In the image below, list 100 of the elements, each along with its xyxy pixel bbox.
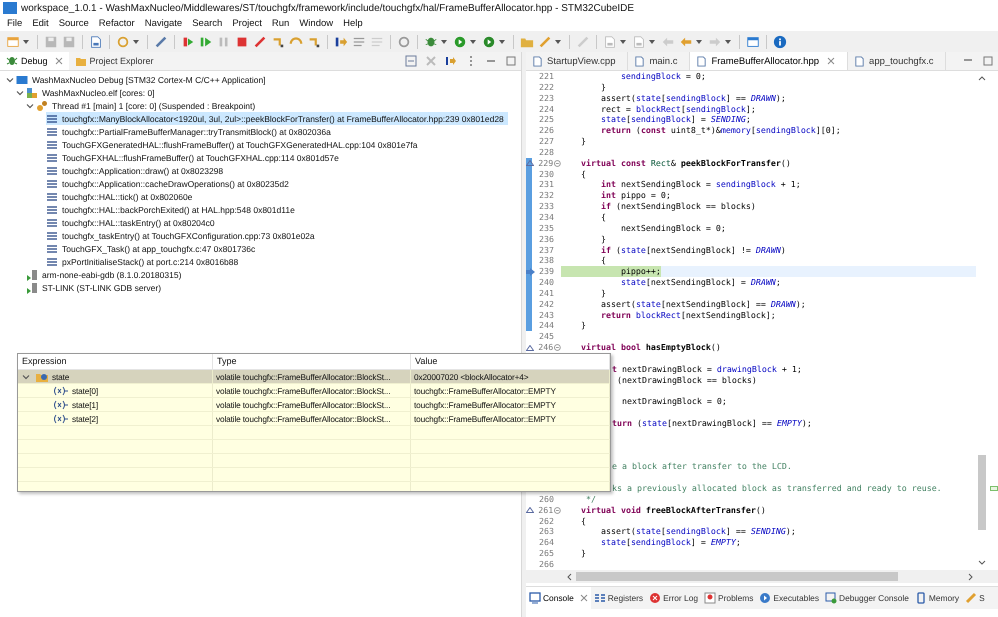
tree-item[interactable]: touchgfx::Application::draw() at 0x8023298 [46, 164, 228, 177]
editor-tab[interactable]: app_touchgfx.c [848, 52, 946, 70]
caret-icon[interactable] [555, 40, 561, 44]
tree-item[interactable]: touchgfx::HAL::taskEntry() at 0x80204c0 [46, 216, 219, 229]
scroll-up-icon[interactable] [978, 75, 986, 81]
code-line: t nextDrawingBlock = drawingBlock + 1; [612, 364, 802, 375]
editor-tab[interactable]: FrameBufferAllocator.hpp [690, 52, 848, 70]
chevron-icon[interactable] [22, 372, 30, 380]
fold-icon[interactable] [554, 506, 561, 514]
caret-icon[interactable] [649, 40, 655, 44]
column-header[interactable]: Type [213, 354, 411, 369]
menu-item[interactable]: Search [187, 18, 228, 29]
view-tab[interactable]: Memory [912, 587, 962, 609]
tree-item[interactable]: ST-LINK (ST-LINK GDB server) [26, 281, 166, 294]
view-tab[interactable]: Problems [701, 587, 756, 609]
caret-icon[interactable] [499, 40, 505, 44]
tree-item[interactable]: WashMaxNucleo.elf [cores: 0] [26, 86, 159, 99]
line-number: 233 [538, 201, 554, 212]
scrollbar-thumb[interactable] [576, 572, 898, 581]
line-number: 227 [538, 136, 554, 147]
code-line: } [580, 320, 586, 332]
bug-icon[interactable] [424, 34, 438, 48]
chevron-icon[interactable] [16, 88, 24, 96]
menu-item[interactable]: Project [227, 18, 267, 29]
menu-item[interactable]: Help [338, 18, 368, 29]
menu-item[interactable]: File [2, 18, 28, 29]
caret-icon[interactable] [725, 40, 731, 44]
terminate-icon[interactable] [235, 34, 249, 48]
menu-item[interactable]: Edit [27, 18, 54, 29]
fold-icon[interactable] [554, 344, 561, 352]
caret-icon[interactable] [620, 40, 626, 44]
line-number: 225 [538, 114, 554, 126]
column-header[interactable]: Value [411, 354, 610, 369]
tree-item[interactable]: TouchGFX_Task() at app_touchgfx.c:47 0x801736c [46, 242, 260, 255]
view-tab[interactable]: Debugger Console [822, 587, 912, 609]
view-tab[interactable]: Registers [590, 587, 646, 609]
tree-item[interactable]: touchgfx::HAL::tick() at 0x802060e [46, 190, 196, 203]
maximize-icon[interactable] [982, 55, 994, 67]
info-icon[interactable] [773, 34, 787, 48]
code-line: turn (state[nextDrawingBlock] == EMPTY); [612, 418, 812, 429]
close-icon[interactable] [827, 57, 836, 65]
skip-breakpoints-icon[interactable] [181, 34, 195, 48]
run-icon[interactable] [453, 34, 467, 48]
tree-item[interactable]: touchgfx::PartialFrameBufferManager::tryTransmitBlock() at 0x802036a [46, 125, 335, 138]
tree-item[interactable]: pxPortInitialiseStack() at port.c:214 0x8016b88 [46, 255, 242, 268]
play-circle-icon [759, 592, 772, 604]
view-tab[interactable]: Console [526, 587, 591, 609]
tree-item[interactable]: touchgfx::ManyBlockAllocator<1920ul, 3ul, 2ul>::peekBlockForTransfer() at FrameBufferAllocator.hpp:239 0x801ed28 [46, 112, 508, 125]
menu-item[interactable]: Run [266, 18, 294, 29]
caret-icon[interactable] [23, 40, 29, 44]
menu-item[interactable]: Window [294, 18, 338, 29]
view-tab[interactable]: Executables [756, 587, 822, 609]
caret-icon[interactable] [441, 40, 447, 44]
caret-icon[interactable] [470, 40, 476, 44]
ruler-marker-icon[interactable] [990, 486, 998, 491]
instruction-step-icon[interactable] [445, 55, 457, 67]
chevron-icon[interactable] [6, 76, 14, 84]
view-tab[interactable]: Debug [0, 52, 69, 70]
close-icon[interactable] [580, 594, 588, 602]
external-tool-icon[interactable] [482, 34, 496, 48]
editor-tab[interactable]: StartupView.cpp [526, 52, 628, 70]
expression-row[interactable]: state[2] volatile touchgfx::FrameBufferAllocator::BlockSt... touchgfx::FrameBufferAllocator::EMPTY [18, 412, 610, 426]
document-icon[interactable] [89, 34, 103, 48]
fold-icon[interactable] [554, 160, 561, 167]
menu-item[interactable]: Refactor [94, 18, 140, 29]
tree-item[interactable]: TouchGFXGeneratedHAL::flushFrameBuffer() at TouchGFXGeneratedHAL.cpp:104 0x801e7fa [46, 138, 422, 151]
new-window-icon[interactable] [746, 34, 760, 48]
line-number: 231 [538, 179, 554, 190]
expression-row[interactable]: state volatile touchgfx::FrameBufferAllocator::BlockSt... 0x20007020 <blockAllocator+4> [18, 370, 610, 384]
menu-item[interactable]: Source [54, 18, 94, 29]
collapse-all-icon[interactable] [405, 55, 417, 67]
tree-item[interactable]: arm-none-eabi-gdb (8.1.0.20180315) [26, 268, 186, 281]
menu-item[interactable]: Navigate [140, 18, 188, 29]
maximize-icon[interactable] [505, 55, 517, 67]
caret-icon[interactable] [133, 40, 139, 44]
resume-icon[interactable] [199, 34, 213, 48]
code-line: } [580, 548, 586, 559]
tree-item[interactable]: TouchGFXHAL::flushFrameBuffer() at TouchGFXHAL.cpp:114 0x801d57e [46, 151, 343, 164]
tree-item[interactable]: Thread #1 [main] 1 [core: 0] (Suspended : Breakpoint) [36, 99, 260, 112]
tree-item[interactable]: touchgfx::Application::cacheDrawOperations() at 0x80235d2 [46, 177, 293, 190]
tree-item[interactable]: touchgfx::HAL::backPorchExited() at HAL.hpp:548 0x801d11e [46, 203, 299, 216]
line-number: 265 [538, 548, 554, 559]
scroll-left-icon[interactable] [566, 572, 572, 580]
expression-row[interactable]: state[0] volatile touchgfx::FrameBufferAllocator::BlockSt... touchgfx::FrameBufferAllocator::EMPTY [18, 384, 610, 398]
tree-item[interactable]: WashMaxNucleo Debug [STM32 Cortex-M C/C++ Application] [16, 73, 270, 86]
tree-item[interactable]: touchgfx_taskEntry() at TouchGFXConfiguration.cpp:73 0x801e02a [46, 229, 319, 242]
instruction-step-icon[interactable] [334, 34, 348, 48]
view-tab[interactable]: S [962, 587, 988, 609]
variable-value: touchgfx::FrameBufferAllocator::EMPTY [414, 386, 556, 396]
caret-icon[interactable] [696, 40, 702, 44]
column-header[interactable]: Expression [18, 354, 213, 369]
scrollbar-thumb[interactable] [978, 455, 986, 530]
scroll-right-icon[interactable] [968, 572, 974, 580]
variable-icon [53, 386, 69, 396]
chevron-icon[interactable] [26, 102, 34, 110]
scroll-down-icon[interactable] [978, 560, 986, 566]
view-tab[interactable]: Error Log [646, 587, 702, 609]
close-icon[interactable] [54, 57, 63, 65]
expression-row[interactable]: state[1] volatile touchgfx::FrameBufferAllocator::BlockSt... touchgfx::FrameBufferAllocator::EMPTY [18, 398, 610, 412]
view-tab[interactable]: Project Explorer [68, 52, 160, 70]
